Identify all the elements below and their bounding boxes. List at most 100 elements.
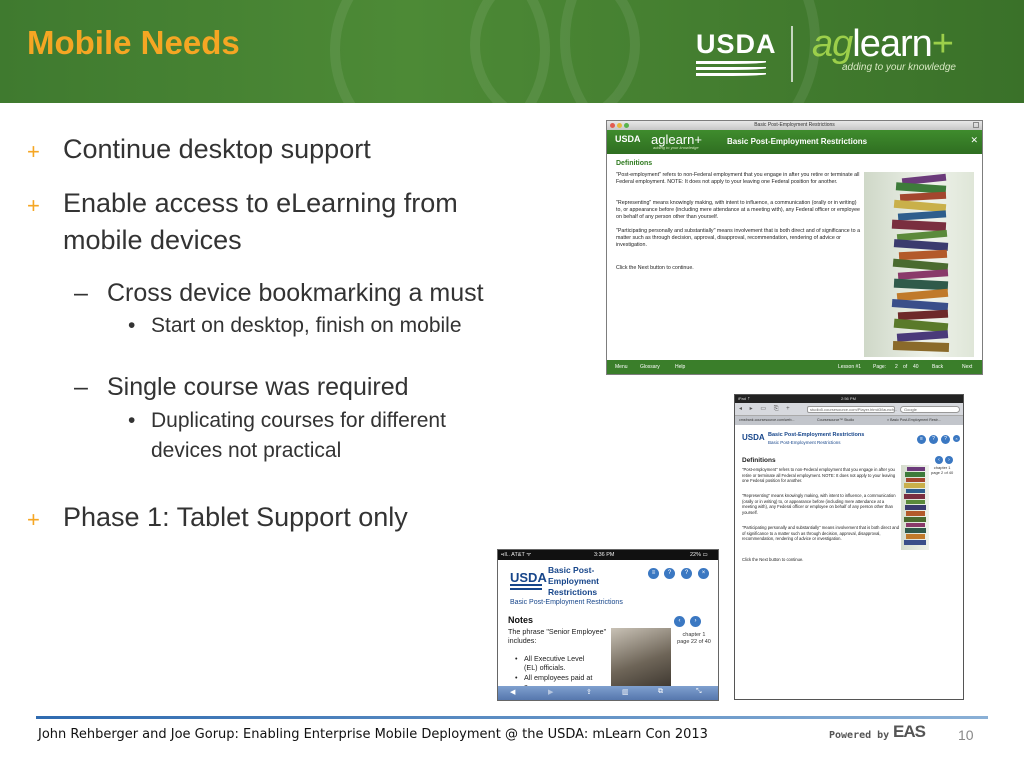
help-circle-icon[interactable]: ?: [664, 568, 675, 579]
paragraph: "Representing" means knowingly making, w…: [616, 200, 860, 220]
back-button[interactable]: Back: [932, 364, 943, 370]
browser-toolbar: ◂ ▸ ▭ ⎘ + studio5.coursesource.com/Playe…: [735, 403, 963, 416]
paragraph: "Post-employment" refers to non-Federal …: [742, 467, 896, 484]
back-icon[interactable]: ◀: [510, 688, 515, 696]
course-footer: Menu Glossary Help Lesson #1 Page: 2 of …: [607, 360, 982, 374]
carrier-label: •ıll.. AT&T ᯤ: [501, 552, 532, 558]
sub-bullet-text: Cross device bookmarking a must: [107, 279, 484, 307]
footer-caption: John Rehberger and Joe Gorup: Enabling E…: [38, 727, 708, 742]
sub-sub-bullet-text-line1: Duplicating courses for different: [151, 409, 446, 432]
next-button[interactable]: Next: [962, 364, 972, 370]
slide-header: Mobile Needs USDA aglearn+ adding to you…: [0, 0, 1024, 103]
glossary-button[interactable]: Glossary: [640, 364, 660, 370]
device-label: iPad ⇡: [738, 396, 751, 401]
bullet-text: Continue desktop support: [63, 134, 371, 164]
next-circle-icon[interactable]: ›: [945, 456, 953, 464]
page-number: 10: [958, 727, 974, 743]
aglearn-tagline: adding to your knowledge: [842, 62, 956, 73]
footer-rule: [36, 716, 988, 719]
forward-icon[interactable]: ▶: [548, 688, 553, 696]
sub-bullet-dash: –: [74, 373, 88, 401]
books-illustration: [891, 173, 950, 352]
notes-heading: Notes: [508, 615, 534, 625]
browser-nav-icons[interactable]: ◂ ▸ ▭ ⎘ +: [739, 405, 793, 413]
sub-bullet-dash: –: [74, 279, 88, 307]
glossary-circle-icon[interactable]: ?: [681, 568, 692, 579]
slide-title: Mobile Needs: [27, 24, 240, 61]
tablet-status-bar: iPad ⇡ 2:56 PM: [735, 395, 963, 403]
menu-circle-icon[interactable]: ≡: [648, 568, 659, 579]
course-header: USDA aglearn+ adding to your knowledge B…: [607, 130, 982, 154]
help-circle-icon[interactable]: ?: [929, 435, 938, 444]
bullet-plus-icon: +: [27, 139, 40, 164]
definitions-heading: Definitions: [616, 160, 653, 167]
browser-tab[interactable]: cmsfrank.coursesource.com/web...: [739, 418, 795, 422]
paragraph: "Representing" means knowingly making, w…: [742, 493, 896, 515]
share-icon[interactable]: ⇪: [586, 688, 592, 696]
usda-logo: USDA: [510, 570, 547, 585]
browser-tab[interactable]: Coursesource™ Studio: [817, 418, 854, 422]
next-circle-icon[interactable]: ›: [690, 616, 701, 627]
close-circle-icon[interactable]: ×: [953, 435, 960, 442]
course-subtitle: Basic Post-Employment Restrictions: [768, 440, 841, 445]
usda-logo-stripes: [510, 584, 542, 592]
desktop-screenshot: Basic Post-Employment Restrictions USDA …: [606, 120, 983, 375]
aglearn-mini-tagline: adding to your knowledge: [653, 145, 699, 150]
window-titlebar: Basic Post-Employment Restrictions: [607, 121, 982, 130]
course-title: Basic Post-Employment Restrictions: [548, 565, 600, 597]
aglearn-logo-ag: ag: [812, 23, 853, 65]
bullet-plus-icon: +: [27, 507, 40, 532]
chapter-info: chapter 1 page 22 of 40: [672, 632, 716, 646]
close-icon[interactable]: ✕: [970, 135, 978, 146]
page-label: page 22 of 40: [677, 639, 711, 645]
sub-sub-bullet-text: Start on desktop, finish on mobile: [151, 314, 462, 337]
stacked-books-image: [864, 172, 974, 357]
list-item: All Executive Level (EL) officials.: [515, 654, 594, 672]
close-circle-icon[interactable]: ×: [698, 568, 709, 579]
safari-toolbar: ◀ ▶ ⇪ ▥ ⧉ ⤡: [498, 686, 718, 700]
address-bar[interactable]: studio5.coursesource.com/Player.htm#3/la…: [807, 406, 897, 413]
aglearn-logo: aglearn+ adding to your knowledge: [812, 24, 956, 73]
browser-tab-active[interactable]: × Basic Post-Employment Restr...: [887, 418, 941, 422]
powered-by-label: Powered by: [829, 730, 890, 741]
window-title: Basic Post-Employment Restrictions: [754, 122, 835, 128]
page-of: of: [903, 364, 908, 370]
fullscreen-icon[interactable]: ⤡: [696, 688, 702, 696]
course-subtitle: Basic Post-Employment Restrictions: [510, 599, 623, 606]
page-label: Page:: [873, 364, 887, 370]
help-button[interactable]: Help: [675, 364, 685, 370]
bullet-text-line1: Enable access to eLearning from: [63, 188, 458, 218]
stacked-books-image: [901, 465, 929, 550]
course-content: Definitions "Post-employment" refers to …: [607, 154, 982, 360]
status-time: 3:36 PM: [594, 552, 615, 558]
bookmarks-icon[interactable]: ▥: [622, 688, 629, 696]
zoom-dot-icon: [624, 123, 629, 128]
paragraph: Click the Next button to continue.: [742, 557, 804, 562]
sub-sub-bullet-dot: •: [128, 409, 136, 432]
paragraph: The phrase "Senior Employee" includes:: [508, 627, 607, 645]
prev-circle-icon[interactable]: ‹: [674, 616, 685, 627]
aglearn-logo-plus: +: [931, 23, 954, 65]
sub-bullet-text: Single course was required: [107, 373, 409, 401]
search-field[interactable]: Google: [900, 406, 960, 413]
menu-circle-icon[interactable]: ≡: [917, 435, 926, 444]
paragraph: "Participating personally and substantia…: [742, 525, 900, 542]
paragraph: Click the Next button to continue.: [616, 265, 694, 271]
page-total: 40: [913, 364, 919, 370]
glossary-circle-icon[interactable]: ?: [941, 435, 950, 444]
resize-icon: [973, 122, 979, 128]
usda-logo-text: USDA: [696, 29, 777, 59]
course-title: Basic Post-Employment Restrictions: [727, 137, 868, 146]
prev-circle-icon[interactable]: ‹: [935, 456, 943, 464]
usda-logo-stripes: [696, 61, 766, 76]
browser-tabs: cmsfrank.coursesource.com/web... Courses…: [735, 416, 963, 425]
bullet-text-line2: mobile devices: [63, 225, 242, 255]
menu-button[interactable]: Menu: [615, 364, 628, 370]
paragraph: "Participating personally and substantia…: [616, 228, 861, 248]
tabs-icon[interactable]: ⧉: [658, 688, 663, 696]
background-swirl: [560, 0, 820, 103]
tablet-screenshot: iPad ⇡ 2:56 PM ◂ ▸ ▭ ⎘ + studio5.courses…: [734, 394, 964, 700]
minimize-dot-icon: [617, 123, 622, 128]
chapter-info: chapter 1 page 2 of 40: [931, 465, 953, 475]
battery-indicator: 22% ▭: [690, 552, 708, 558]
